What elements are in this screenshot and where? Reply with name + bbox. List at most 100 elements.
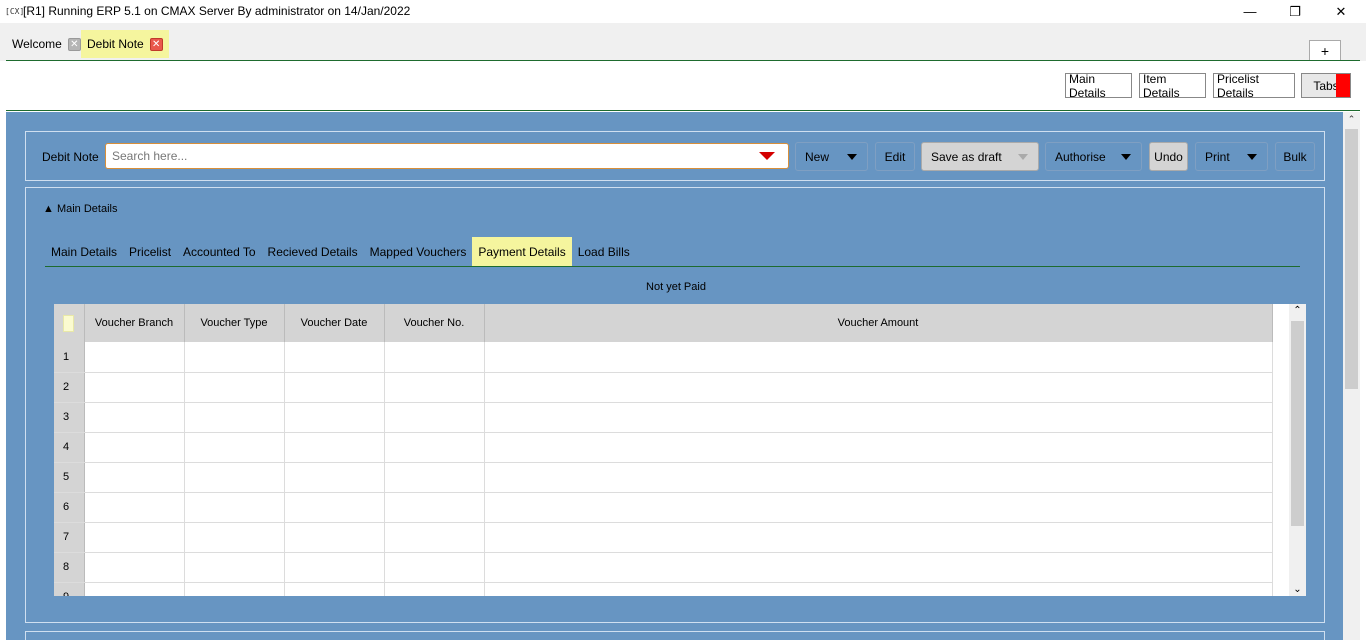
- scroll-thumb[interactable]: [1291, 321, 1304, 526]
- table-cell[interactable]: [384, 342, 485, 373]
- column-header[interactable]: Voucher Amount: [484, 304, 1273, 342]
- table-cell[interactable]: [284, 342, 385, 373]
- table-cell[interactable]: [84, 462, 185, 493]
- table-cell[interactable]: [84, 552, 185, 583]
- table-cell[interactable]: [484, 462, 1273, 493]
- row-number[interactable]: 8: [54, 552, 85, 583]
- table-cell[interactable]: [284, 432, 385, 463]
- table-cell[interactable]: [484, 492, 1273, 523]
- search-dropdown-icon[interactable]: [759, 152, 775, 160]
- table-cell[interactable]: [284, 552, 385, 583]
- table-cell[interactable]: [84, 582, 185, 596]
- table-cell[interactable]: [384, 402, 485, 433]
- column-header[interactable]: Voucher Type: [184, 304, 285, 342]
- table-cell[interactable]: [384, 522, 485, 553]
- add-tab-button[interactable]: +: [1309, 40, 1341, 61]
- table-cell[interactable]: [284, 462, 385, 493]
- chevron-down-icon[interactable]: [837, 143, 867, 170]
- chevron-down-icon[interactable]: [1237, 143, 1267, 170]
- scroll-down-icon[interactable]: ⌄: [1289, 584, 1306, 595]
- subtab-recieved-details[interactable]: Recieved Details: [262, 237, 364, 267]
- section-title[interactable]: ▲ Main Details: [43, 203, 117, 215]
- table-cell[interactable]: [484, 582, 1273, 596]
- row-number[interactable]: 5: [54, 462, 85, 493]
- column-header[interactable]: Voucher No.: [384, 304, 485, 342]
- column-header[interactable]: Voucher Branch: [84, 304, 185, 342]
- doc-tab-debit-note[interactable]: Debit Note ✕: [81, 30, 169, 58]
- grid-scrollbar[interactable]: ⌃ ⌄: [1289, 304, 1306, 596]
- row-number[interactable]: 4: [54, 432, 85, 463]
- scroll-up-icon[interactable]: ⌃: [1289, 305, 1306, 316]
- restore-button[interactable]: ❐: [1272, 0, 1318, 23]
- table-cell[interactable]: [484, 522, 1273, 553]
- table-cell[interactable]: [284, 522, 385, 553]
- subtab-mapped-vouchers[interactable]: Mapped Vouchers: [364, 237, 473, 267]
- table-cell[interactable]: [384, 432, 485, 463]
- bulk-button[interactable]: Bulk: [1275, 142, 1315, 171]
- subtab-pricelist[interactable]: Pricelist: [123, 237, 177, 267]
- table-cell[interactable]: [84, 492, 185, 523]
- scroll-thumb[interactable]: [1345, 129, 1358, 389]
- page-scrollbar[interactable]: ⌃: [1343, 112, 1360, 640]
- table-cell[interactable]: [84, 432, 185, 463]
- table-cell[interactable]: [184, 462, 285, 493]
- close-tab-icon[interactable]: ✕: [149, 37, 163, 51]
- table-cell[interactable]: [484, 432, 1273, 463]
- table-cell[interactable]: [384, 552, 485, 583]
- table-cell[interactable]: [184, 372, 285, 403]
- table-cell[interactable]: [484, 342, 1273, 373]
- subtab-payment-details[interactable]: Payment Details: [472, 237, 572, 267]
- table-cell[interactable]: [384, 492, 485, 523]
- row-number[interactable]: 9: [54, 582, 85, 596]
- save-as-draft-button[interactable]: Save as draft: [921, 142, 1039, 171]
- table-cell[interactable]: [184, 402, 285, 433]
- table-cell[interactable]: [184, 552, 285, 583]
- subtab-load-bills[interactable]: Load Bills: [572, 237, 636, 267]
- main-details-button[interactable]: Main Details: [1065, 72, 1132, 100]
- table-cell[interactable]: [184, 432, 285, 463]
- table-cell[interactable]: [484, 552, 1273, 583]
- item-details-button[interactable]: Item Details: [1139, 72, 1206, 100]
- table-cell[interactable]: [484, 402, 1273, 433]
- table-cell[interactable]: [84, 522, 185, 553]
- table-cell[interactable]: [484, 372, 1273, 403]
- row-number[interactable]: 6: [54, 492, 85, 523]
- table-cell[interactable]: [384, 462, 485, 493]
- scroll-up-icon[interactable]: ⌃: [1343, 114, 1360, 125]
- undo-button[interactable]: Undo: [1149, 142, 1188, 171]
- table-cell[interactable]: [84, 342, 185, 373]
- new-button[interactable]: New: [795, 142, 868, 171]
- row-number[interactable]: 2: [54, 372, 85, 403]
- table-cell[interactable]: [84, 372, 185, 403]
- close-window-button[interactable]: ✕: [1318, 0, 1364, 23]
- chevron-down-icon[interactable]: [1008, 143, 1038, 170]
- authorise-button[interactable]: Authorise: [1045, 142, 1142, 171]
- edit-button[interactable]: Edit: [875, 142, 915, 171]
- select-all-box[interactable]: [63, 314, 74, 332]
- table-cell[interactable]: [184, 522, 285, 553]
- search-input[interactable]: [105, 143, 789, 169]
- table-cell[interactable]: [184, 582, 285, 596]
- row-number[interactable]: 1: [54, 342, 85, 373]
- table-cell[interactable]: [284, 402, 385, 433]
- pricelist-details-button[interactable]: Pricelist Details: [1213, 72, 1295, 100]
- print-button[interactable]: Print: [1195, 142, 1268, 171]
- table-cell[interactable]: [384, 582, 485, 596]
- table-cell[interactable]: [184, 342, 285, 373]
- table-cell[interactable]: [184, 492, 285, 523]
- row-number[interactable]: 7: [54, 522, 85, 553]
- grid-corner[interactable]: [54, 304, 85, 342]
- chevron-down-icon[interactable]: [1111, 143, 1141, 170]
- minimize-button[interactable]: —: [1227, 0, 1273, 23]
- table-cell[interactable]: [284, 372, 385, 403]
- table-cell[interactable]: [84, 402, 185, 433]
- table-cell[interactable]: [284, 582, 385, 596]
- subtab-accounted-to[interactable]: Accounted To: [177, 237, 262, 267]
- table-cell[interactable]: [284, 492, 385, 523]
- doc-tab-welcome[interactable]: Welcome ✕: [6, 30, 87, 58]
- row-number[interactable]: 3: [54, 402, 85, 433]
- column-header[interactable]: Voucher Date: [284, 304, 385, 342]
- subtab-main-details[interactable]: Main Details: [45, 237, 123, 267]
- table-cell[interactable]: [384, 372, 485, 403]
- close-tab-icon[interactable]: ✕: [67, 37, 81, 51]
